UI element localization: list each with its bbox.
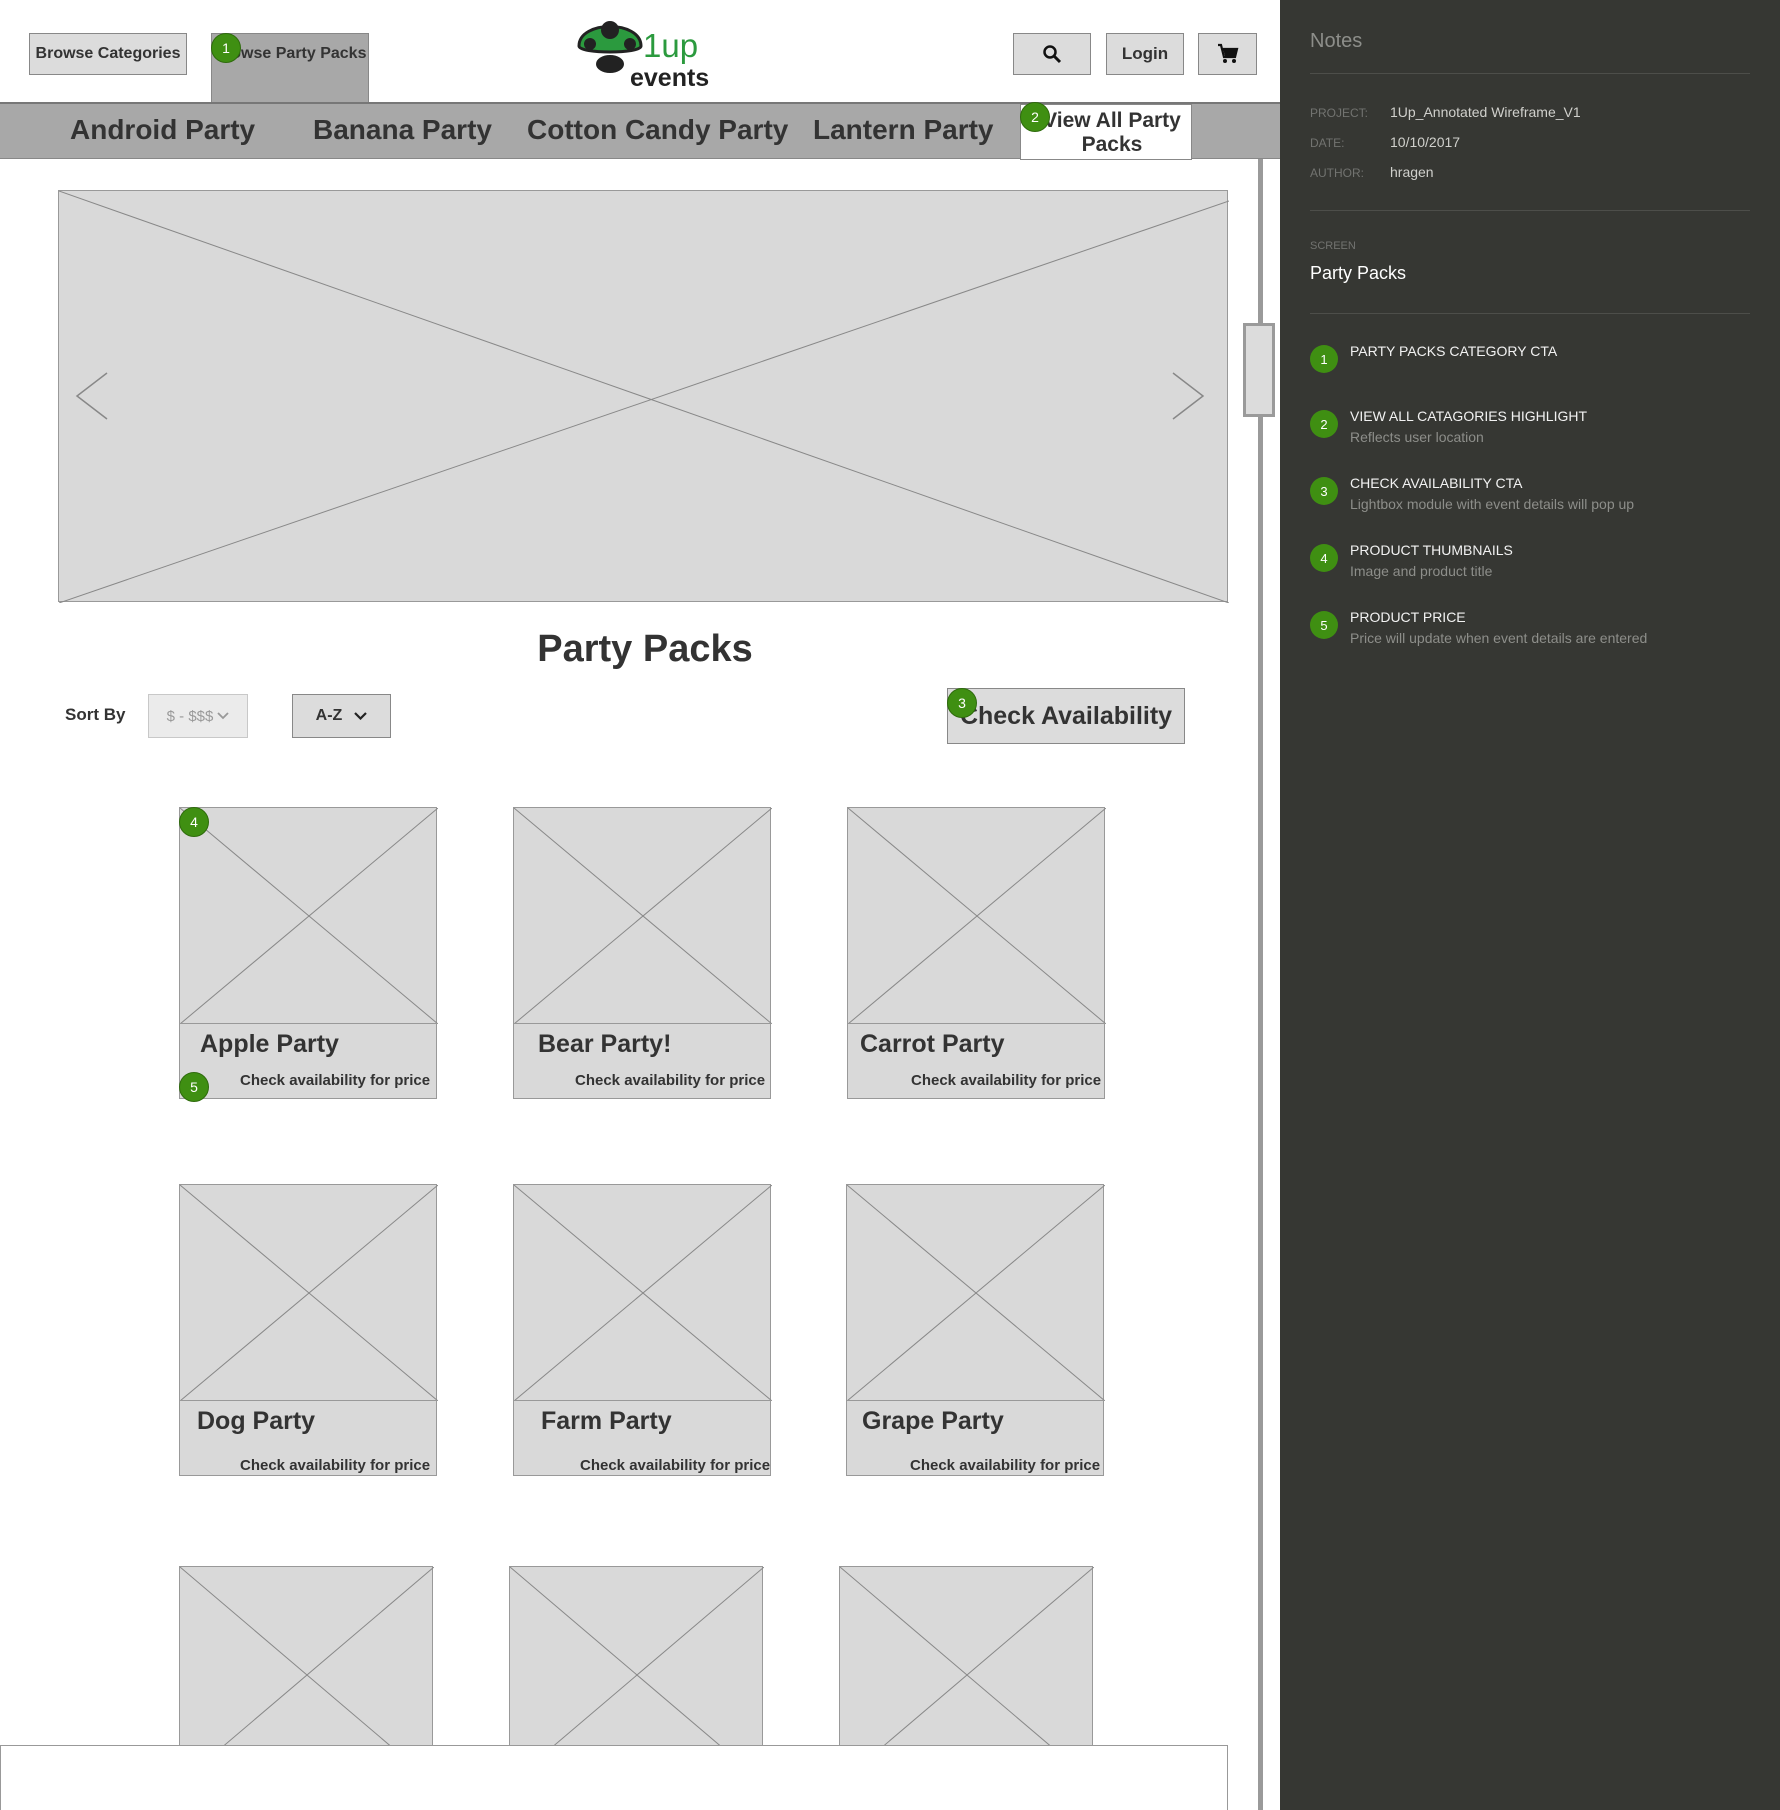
cart-icon <box>1217 43 1238 63</box>
note-title: PRODUCT PRICE <box>1350 609 1466 625</box>
page-title: Party Packs <box>537 628 753 670</box>
screen-value: Party Packs <box>1310 263 1407 283</box>
image-placeholder-cross <box>848 808 1106 1024</box>
annotation-badge-2: 2 <box>1020 102 1050 132</box>
product-price: Check availability for price <box>575 1072 766 1089</box>
note-number-badge: 5 <box>1310 611 1338 639</box>
product-price: Check availability for price <box>240 1072 431 1089</box>
note-number-badge: 2 <box>1310 410 1338 438</box>
screen-label: SCREEN <box>1310 240 1356 252</box>
nav-item-cotton-candy-party[interactable]: Cotton Candy Party <box>527 114 788 146</box>
product-title[interactable]: Apple Party <box>200 1030 339 1059</box>
note-number-badge: 4 <box>1310 544 1338 572</box>
search-button[interactable] <box>1013 33 1091 75</box>
carousel-prev-icon[interactable] <box>75 371 111 421</box>
product-card[interactable]: Carrot Party Check availability for price <box>847 807 1106 1099</box>
divider <box>1310 210 1750 211</box>
author-value: hragen <box>1390 164 1434 180</box>
note-number-badge: 1 <box>1310 345 1338 373</box>
product-price: Check availability for price <box>911 1072 1102 1089</box>
divider <box>1310 73 1750 74</box>
author-label: AUTHOR: <box>1310 166 1364 180</box>
browse-categories-button[interactable]: Browse Categories <box>29 33 187 75</box>
image-placeholder-cross <box>514 1185 772 1401</box>
category-nav-bar: Android Party Banana Party Cotton Candy … <box>0 102 1280 160</box>
login-button[interactable]: Login <box>1106 33 1184 75</box>
product-title[interactable]: Grape Party <box>862 1407 1004 1436</box>
image-placeholder-cross <box>180 1185 438 1401</box>
date-label: DATE: <box>1310 136 1345 150</box>
product-card[interactable]: Bear Party! Check availability for price <box>513 807 772 1099</box>
note-description: Image and product title <box>1350 563 1493 579</box>
alpha-sort-dropdown[interactable]: A-Z <box>292 694 391 738</box>
annotation-badge-5: 5 <box>179 1072 209 1102</box>
product-card[interactable]: Apple Party Check availability for price <box>179 807 438 1099</box>
check-availability-button[interactable]: Check Availability <box>947 688 1185 744</box>
scrollbar-thumb[interactable] <box>1243 323 1275 417</box>
chevron-down-icon <box>354 712 368 720</box>
annotation-badge-4: 4 <box>179 807 209 837</box>
view-all-label: View All Party Packs <box>1043 109 1181 156</box>
logo-text-events: events <box>630 64 710 92</box>
carousel-next-icon[interactable] <box>1171 371 1207 421</box>
cart-button[interactable] <box>1198 33 1257 75</box>
chevron-down-icon <box>217 712 229 720</box>
price-sort-value: $ - $$$ <box>166 707 214 725</box>
date-value: 10/10/2017 <box>1390 134 1461 150</box>
logo-text-1up: 1up <box>643 27 699 64</box>
note-title: PRODUCT THUMBNAILS <box>1350 542 1513 558</box>
annotation-badge-3: 3 <box>947 688 977 718</box>
image-placeholder-cross <box>514 808 772 1024</box>
note-number-badge: 3 <box>1310 477 1338 505</box>
nav-item-lantern-party[interactable]: Lantern Party <box>813 114 994 146</box>
product-title[interactable]: Dog Party <box>197 1407 315 1436</box>
project-value: 1Up_Annotated Wireframe_V1 <box>1390 104 1581 120</box>
product-card[interactable]: Farm Party Check availability for price <box>513 1184 772 1476</box>
product-title[interactable]: Carrot Party <box>860 1030 1005 1059</box>
note-description: Reflects user location <box>1350 429 1484 445</box>
product-price: Check availability for price <box>910 1457 1101 1474</box>
hero-carousel-placeholder <box>58 190 1229 603</box>
alpha-sort-value: A-Z <box>315 707 343 724</box>
product-title[interactable]: Farm Party <box>541 1407 672 1436</box>
search-icon <box>1043 45 1062 64</box>
annotation-badge-1: 1 <box>211 33 241 63</box>
note-title: CHECK AVAILABILITY CTA <box>1350 475 1523 491</box>
sort-by-label: Sort By <box>65 705 126 724</box>
image-placeholder-cross <box>180 808 438 1024</box>
divider <box>1310 313 1750 314</box>
price-sort-dropdown[interactable]: $ - $$$ <box>148 694 248 738</box>
notes-panel: Notes PROJECT: 1Up_Annotated Wireframe_V… <box>1280 0 1780 1810</box>
product-card[interactable]: Grape Party Check availability for price <box>846 1184 1105 1476</box>
logo[interactable]: 1up events <box>575 12 715 92</box>
image-placeholder-cross <box>847 1185 1105 1401</box>
note-description: Lightbox module with event details will … <box>1350 496 1635 512</box>
note-description: Price will update when event details are… <box>1350 630 1648 646</box>
note-title: PARTY PACKS CATEGORY CTA <box>1350 343 1558 359</box>
note-title: VIEW ALL CATAGORIES HIGHLIGHT <box>1350 408 1588 424</box>
product-price: Check availability for price <box>240 1457 431 1474</box>
wireframe-canvas: Browse Categories Browse Party Packs 1 1… <box>0 0 1280 1810</box>
image-placeholder-cross <box>59 191 1229 603</box>
product-price: Check availability for price <box>580 1457 771 1474</box>
product-title[interactable]: Bear Party! <box>538 1030 671 1059</box>
footer-placeholder <box>0 1745 1228 1810</box>
nav-item-android-party[interactable]: Android Party <box>70 114 255 146</box>
product-card[interactable]: Dog Party Check availability for price <box>179 1184 438 1476</box>
project-label: PROJECT: <box>1310 106 1369 120</box>
notes-heading: Notes <box>1310 30 1363 52</box>
nav-item-banana-party[interactable]: Banana Party <box>313 114 492 146</box>
